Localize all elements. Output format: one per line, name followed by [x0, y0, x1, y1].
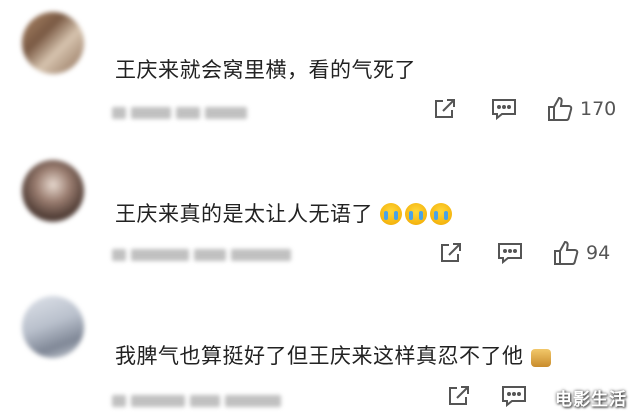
like-count: 170	[580, 98, 617, 120]
comment-icon	[498, 243, 522, 265]
share-icon	[441, 243, 461, 262]
comment-text: 王庆来真的是太让人无语了	[115, 198, 455, 228]
share-button[interactable]	[432, 96, 458, 122]
avatar[interactable]	[22, 296, 84, 358]
comment-text: 我脾气也算挺好了但王庆来这样真忍不了他	[115, 340, 554, 370]
comment-meta-blurred	[112, 104, 252, 119]
comment-text-body: 王庆来真的是太让人无语了	[115, 202, 373, 226]
thumbs-up-icon	[548, 96, 573, 121]
comment-icon	[492, 99, 516, 121]
comment-meta-blurred	[112, 246, 296, 261]
avatar[interactable]	[22, 160, 84, 222]
like-button[interactable]: 94	[552, 239, 610, 267]
comment-meta-blurred	[112, 392, 286, 407]
share-icon	[449, 386, 469, 405]
reply-button[interactable]	[500, 383, 528, 409]
watermark: 电影生活	[555, 390, 627, 410]
like-count: 94	[586, 242, 611, 264]
reply-button[interactable]	[490, 96, 518, 122]
share-icon	[435, 99, 455, 118]
avatar[interactable]	[22, 12, 84, 74]
share-button[interactable]	[438, 240, 464, 266]
thumbs-up-icon	[554, 240, 579, 265]
comment-text: 王庆来就会窝里横，看的气死了	[115, 58, 416, 82]
small-sticker-emoji	[530, 349, 551, 367]
comment-icon	[502, 386, 526, 408]
like-button[interactable]: 170	[546, 95, 616, 123]
crying-face-emoji	[430, 203, 453, 225]
crying-face-emoji	[405, 203, 428, 225]
crying-face-emoji	[380, 203, 403, 225]
comment-text-body: 我脾气也算挺好了但王庆来这样真忍不了他	[115, 344, 524, 368]
reply-button[interactable]	[496, 240, 524, 266]
share-button[interactable]	[446, 383, 472, 409]
